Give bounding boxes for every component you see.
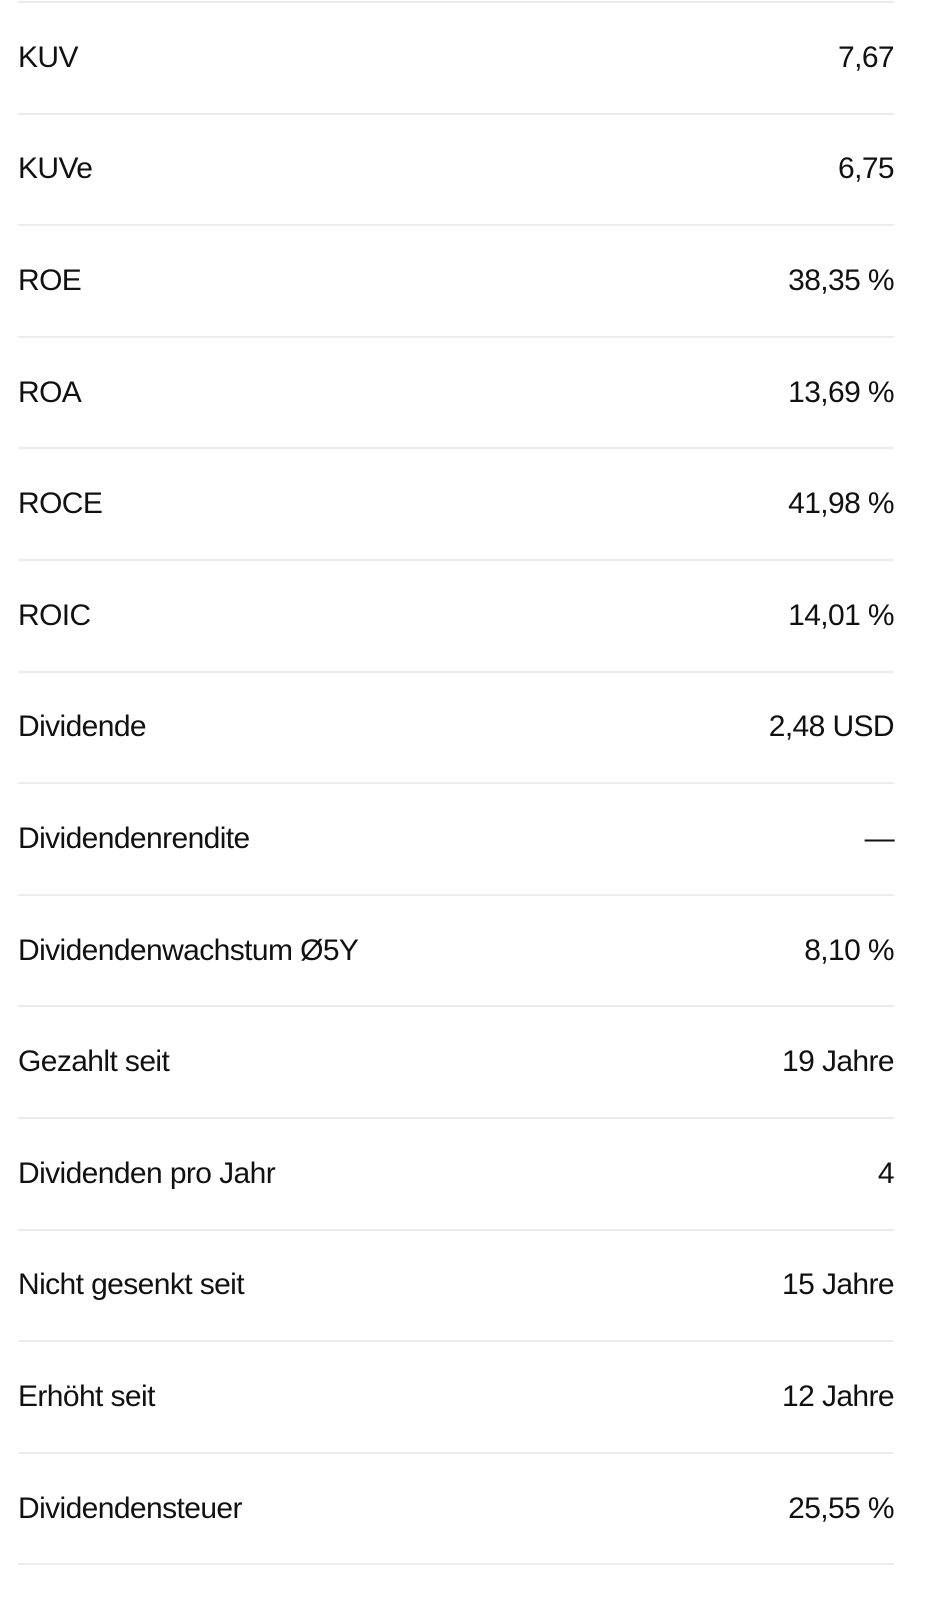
metric-label: Dividende [18, 710, 147, 744]
metric-label: Gezahlt seit [18, 1045, 170, 1079]
metric-label: Dividenden pro Jahr [18, 1156, 276, 1190]
metric-row-dividendenrendite: Dividendenrendite — [18, 784, 895, 896]
metric-value: 41,98 % [788, 487, 894, 521]
metric-value: 15 Jahre [782, 1268, 895, 1302]
metric-value: 13,69 % [788, 375, 894, 409]
metric-label: Erhöht seit [18, 1379, 155, 1413]
metric-value: — [864, 821, 895, 855]
metric-label: ROIC [18, 598, 91, 632]
metric-row-dividendensteuer: Dividendensteuer 25,55 % [18, 1454, 895, 1566]
metric-value: 12 Jahre [782, 1379, 895, 1413]
metric-row-dividendenwachstum: Dividendenwachstum Ø5Y 8,10 % [18, 896, 895, 1008]
metric-value: 14,01 % [788, 598, 894, 632]
metric-value: 7,67 [838, 40, 895, 74]
metric-label: KUVe [18, 152, 93, 186]
metric-value: 4 [877, 1156, 895, 1190]
metric-row-erhoeht-seit: Erhöht seit 12 Jahre [18, 1342, 895, 1454]
metric-value: 38,35 % [788, 263, 894, 297]
metric-value: 25,55 % [788, 1491, 894, 1525]
metric-value: 19 Jahre [782, 1045, 895, 1079]
metric-label: ROE [18, 263, 82, 297]
metric-row-gezahlt-seit: Gezahlt seit 19 Jahre [18, 1007, 895, 1119]
metric-value: 8,10 % [804, 933, 894, 967]
metric-label: KUV [18, 40, 78, 74]
metric-value: 6,75 [838, 152, 895, 186]
metrics-table: KUV 7,67 KUVe 6,75 ROE 38,35 % ROA 13,69… [0, 0, 952, 1602]
metric-label: Dividendenwachstum Ø5Y [18, 933, 359, 967]
metric-label: ROCE [18, 487, 103, 521]
metric-row-roa: ROA 13,69 % [18, 338, 895, 450]
metric-row-roic: ROIC 14,01 % [18, 561, 895, 673]
metric-label: Dividendensteuer [18, 1491, 242, 1525]
metric-row-kuve: KUVe 6,75 [18, 115, 895, 227]
metric-label: Nicht gesenkt seit [18, 1268, 245, 1302]
metric-row-kuv: KUV 7,67 [18, 3, 895, 115]
metric-label: ROA [18, 375, 82, 409]
metric-row-roce: ROCE 41,98 % [18, 449, 895, 561]
metric-row-dividende: Dividende 2,48 USD [18, 673, 895, 785]
metric-row-roe: ROE 38,35 % [18, 226, 895, 338]
metric-row-dividenden-pro-jahr: Dividenden pro Jahr 4 [18, 1119, 895, 1231]
metric-label: Dividendenrendite [18, 821, 250, 855]
metric-row-nicht-gesenkt-seit: Nicht gesenkt seit 15 Jahre [18, 1231, 895, 1343]
metric-value: 2,48 USD [768, 710, 895, 744]
